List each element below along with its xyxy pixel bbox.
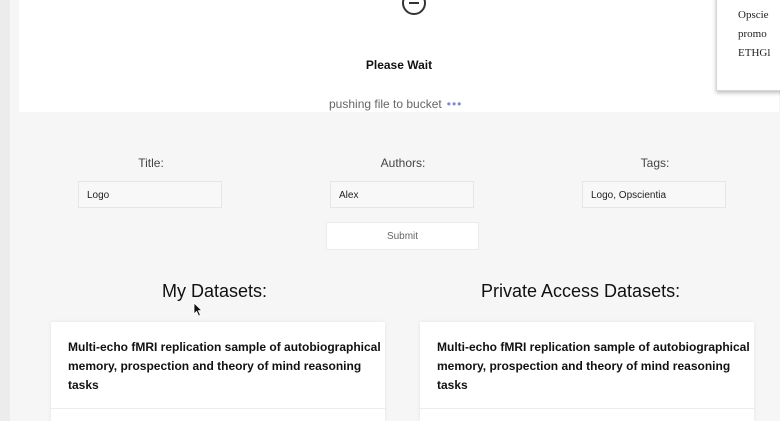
mouse-cursor-icon [193,302,203,317]
dataset-card-title: Multi-echo fMRI replication sample of au… [437,340,750,392]
modal-status: pushing file to bucket ••• [329,97,462,111]
my-dataset-card[interactable]: Multi-echo fMRI replication sample of au… [51,322,385,421]
tooltip-line: Opscie [738,9,769,21]
private-datasets-heading: Private Access Datasets: [481,281,681,301]
authors-label: Authors: [380,156,426,170]
loading-dots-icon: ••• [446,97,463,111]
modal-title: Please Wait [365,58,433,72]
card-divider [420,408,754,409]
loading-spinner-icon [402,0,426,15]
my-datasets-heading: My Datasets: [162,281,268,301]
tooltip-popup: Opscie promo ETHGl [716,0,780,91]
title-input[interactable]: Logo [78,181,222,208]
tooltip-line: ETHGl [738,47,771,59]
status-text: pushing file to bucket [329,97,442,111]
private-dataset-card[interactable]: Multi-echo fMRI replication sample of au… [420,322,754,421]
title-label: Title: [138,156,164,170]
authors-input[interactable]: Alex [330,181,474,208]
card-divider [51,408,385,409]
tags-input[interactable]: Logo, Opscientia [582,181,726,208]
tooltip-line: promo [738,28,767,40]
page-left-edge [0,0,10,421]
please-wait-modal: Please Wait pushing file to bucket ••• [19,0,779,112]
dataset-card-title: Multi-echo fMRI replication sample of au… [68,340,381,392]
tags-label: Tags: [640,156,670,170]
submit-button[interactable]: Submit [326,222,479,250]
